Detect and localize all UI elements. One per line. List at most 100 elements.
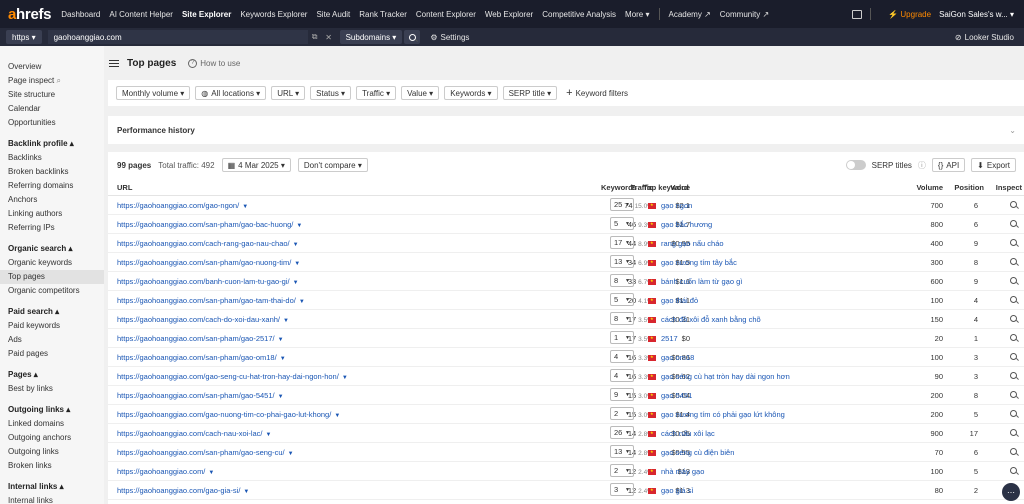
page-url-link[interactable]: https://gaohoanggiao.com/san-pham/gao-om… — [117, 353, 286, 362]
protocol-select[interactable]: https ▾ — [6, 30, 42, 44]
looker-studio-button[interactable]: ⊘ Looker Studio — [955, 28, 1014, 46]
filter-monthly-volume[interactable]: Monthly volume ▾ — [116, 86, 191, 100]
top-keyword-cell[interactable]: gạo séng cù điện biên — [648, 448, 734, 457]
sidebar-item-broken-links[interactable]: Broken links — [0, 459, 104, 473]
top-keyword-cell[interactable]: gạo giá sỉ — [648, 486, 693, 495]
filter-url[interactable]: URL ▾ — [271, 86, 306, 100]
nav-community[interactable]: Community ↗ — [720, 10, 769, 19]
inspect-button[interactable] — [1010, 448, 1017, 457]
performance-history-panel[interactable]: Performance history ⌄ — [108, 116, 1024, 144]
sidebar-item-opportunities[interactable]: Opportunities — [0, 116, 104, 130]
keywords-dropdown[interactable]: 5 ▼ — [610, 293, 634, 306]
nav-competitive-analysis[interactable]: Competitive Analysis — [542, 10, 616, 19]
top-keyword-cell[interactable]: gạo bắc hương — [648, 220, 712, 229]
mode-select[interactable]: Subdomains ▾ — [339, 30, 403, 44]
keywords-dropdown[interactable]: 4 ▼ — [610, 350, 634, 363]
keyword-filters-button[interactable]: + Keyword filters — [566, 87, 628, 99]
chevron-down-icon[interactable]: ▼ — [293, 280, 299, 286]
page-url-link[interactable]: https://gaohoanggiao.com/cach-do-xoi-dau… — [117, 315, 289, 324]
top-keyword-cell[interactable]: 2517 — [648, 334, 678, 343]
nav-more[interactable]: More ▾ — [625, 10, 649, 19]
keywords-dropdown[interactable]: 5 ▼ — [610, 217, 634, 230]
sidebar-item-backlinks[interactable]: Backlinks — [0, 151, 104, 165]
open-link-icon[interactable]: ⧉ — [308, 32, 322, 42]
keywords-dropdown[interactable]: 13 ▼ — [610, 255, 634, 268]
chevron-down-icon[interactable]: ▼ — [294, 261, 300, 267]
sidebar-item-site-structure[interactable]: Site structure — [0, 88, 104, 102]
page-url-link[interactable]: https://gaohoanggiao.com/san-pham/gao-ta… — [117, 296, 305, 305]
window-icon[interactable] — [852, 9, 863, 19]
account-menu[interactable]: SaiGon Sales's w... ▾ — [939, 10, 1014, 19]
page-url-link[interactable]: https://gaohoanggiao.com/gao-ngon/▼ — [117, 201, 248, 210]
sidebar-section-organic-search[interactable]: Organic search ▴ — [0, 242, 104, 256]
col-position[interactable]: Position — [954, 183, 984, 192]
sidebar-item-broken-backlinks[interactable]: Broken backlinks — [0, 165, 104, 179]
chevron-down-icon[interactable]: ▼ — [278, 337, 284, 343]
keywords-dropdown[interactable]: 2 ▼ — [610, 407, 634, 420]
sidebar-item-overview[interactable]: Overview — [0, 60, 104, 74]
chevron-down-icon[interactable]: ▼ — [293, 242, 299, 248]
sidebar-item-ads[interactable]: Ads — [0, 333, 104, 347]
chevron-down-icon[interactable]: ▼ — [299, 299, 305, 305]
sidebar-item-top-pages[interactable]: Top pages — [0, 270, 104, 284]
nav-keywords-explorer[interactable]: Keywords Explorer — [240, 10, 307, 19]
top-keyword-cell[interactable]: cách đồ xôi đỗ xanh bằng chõ — [648, 315, 761, 324]
page-url-link[interactable]: https://gaohoanggiao.com/gao-gia-si/▼ — [117, 486, 249, 495]
chevron-down-icon[interactable]: ▼ — [296, 223, 302, 229]
top-keyword-cell[interactable]: gạo om18 — [648, 353, 694, 362]
sidebar-item-paid-keywords[interactable]: Paid keywords — [0, 319, 104, 333]
ahrefs-logo[interactable]: ahrefs — [8, 6, 52, 23]
clear-icon[interactable]: ✕ — [322, 33, 336, 42]
filter-status[interactable]: Status ▾ — [310, 86, 352, 100]
chevron-down-icon[interactable]: ▼ — [342, 375, 348, 381]
inspect-button[interactable] — [1010, 353, 1017, 362]
inspect-button[interactable] — [1010, 201, 1017, 210]
search-button[interactable] — [404, 30, 421, 44]
page-url-link[interactable]: https://gaohoanggiao.com/san-pham/gao-54… — [117, 391, 284, 400]
filter-locations[interactable]: ◍ All locations ▾ — [195, 86, 267, 100]
inspect-button[interactable] — [1010, 372, 1017, 381]
keywords-dropdown[interactable]: 13 ▼ — [610, 445, 634, 458]
chat-icon[interactable]: ⋯ — [1002, 483, 1020, 501]
export-button[interactable]: ⬇ Export — [971, 158, 1016, 172]
sidebar-item-outgoing-links[interactable]: Outgoing links — [0, 445, 104, 459]
chevron-down-icon[interactable]: ▼ — [208, 470, 214, 476]
sidebar-item-linked-domains[interactable]: Linked domains — [0, 417, 104, 431]
col-keywords[interactable]: Keywords — [601, 183, 637, 192]
top-keyword-cell[interactable]: gạo séng cù hạt tròn hay dài ngon hơn — [648, 372, 790, 381]
top-keyword-cell[interactable]: nhà máy gạo — [648, 467, 704, 476]
serp-titles-toggle[interactable] — [845, 160, 866, 170]
chevron-down-icon[interactable]: ▼ — [243, 489, 249, 495]
top-keyword-cell[interactable]: cách nấu xôi lạc — [648, 429, 715, 438]
chevron-down-icon[interactable]: ▼ — [334, 413, 340, 419]
sidebar-section-backlink-profile[interactable]: Backlink profile ▴ — [0, 137, 104, 151]
nav-web-explorer[interactable]: Web Explorer — [485, 10, 533, 19]
sidebar-section-internal-links[interactable]: Internal links ▴ — [0, 480, 104, 494]
compare-select[interactable]: Don't compare ▾ — [297, 158, 368, 172]
page-url-link[interactable]: https://gaohoanggiao.com/san-pham/gao-nu… — [117, 258, 300, 267]
chevron-down-icon[interactable]: ▼ — [280, 356, 286, 362]
sidebar-item-linking-authors[interactable]: Linking authors — [0, 207, 104, 221]
filter-traffic[interactable]: Traffic ▾ — [356, 86, 397, 100]
keywords-dropdown[interactable]: 1 ▼ — [610, 331, 634, 344]
nav-ai-content-helper[interactable]: AI Content Helper — [109, 10, 173, 19]
sidebar-item-outgoing-anchors[interactable]: Outgoing anchors — [0, 431, 104, 445]
top-keyword-cell[interactable]: gạo 5451 — [648, 391, 692, 400]
keywords-dropdown[interactable]: 17 ▼ — [610, 236, 634, 249]
top-keyword-cell[interactable]: rang gạo nấu cháo — [648, 239, 724, 248]
settings-button[interactable]: ⚙ Settings — [430, 33, 469, 42]
top-keyword-cell[interactable]: gạo ngon — [648, 201, 692, 210]
upgrade-button[interactable]: ⚡ Upgrade — [888, 10, 931, 19]
keywords-dropdown[interactable]: 2 ▼ — [610, 464, 634, 477]
inspect-button[interactable] — [1010, 391, 1017, 400]
page-url-link[interactable]: https://gaohoanggiao.com/▼ — [117, 467, 214, 476]
date-picker[interactable]: ▦ 4 Mar 2025 ▾ — [221, 158, 291, 172]
filter-value[interactable]: Value ▾ — [401, 86, 440, 100]
target-input[interactable]: gaohoanggiao.com — [47, 30, 308, 44]
nav-dashboard[interactable]: Dashboard — [61, 10, 100, 19]
page-url-link[interactable]: https://gaohoanggiao.com/gao-nuong-tim-c… — [117, 410, 340, 419]
menu-icon[interactable] — [109, 58, 119, 69]
inspect-button[interactable] — [1010, 220, 1017, 229]
page-url-link[interactable]: https://gaohoanggiao.com/san-pham/gao-25… — [117, 334, 284, 343]
keywords-dropdown[interactable]: 8 ▼ — [610, 274, 634, 287]
